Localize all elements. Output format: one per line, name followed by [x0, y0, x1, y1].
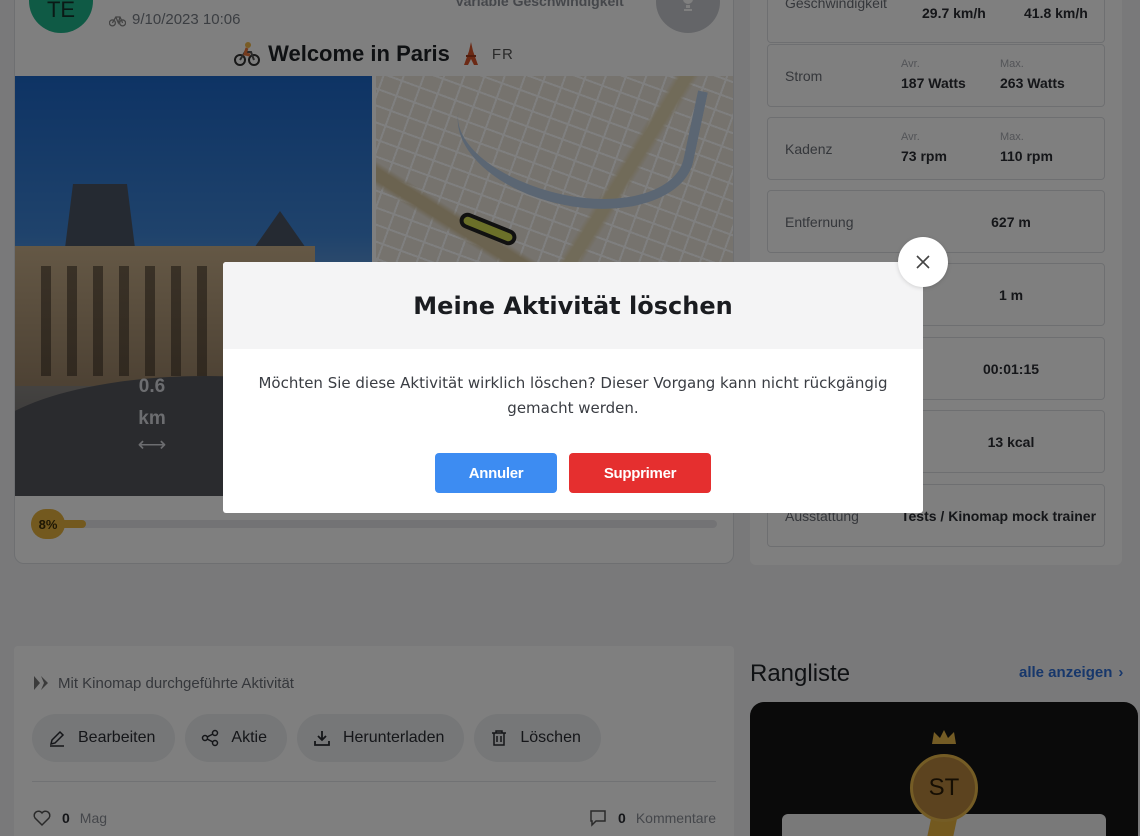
modal-actions: Annuler Supprimer	[223, 453, 923, 493]
modal-message: Möchten Sie diese Aktivität wirklich lös…	[258, 374, 888, 417]
modal-close-button[interactable]	[898, 237, 948, 287]
close-icon	[916, 255, 930, 269]
modal-header: Meine Aktivität löschen	[223, 262, 923, 349]
modal-title: Meine Aktivität löschen	[413, 291, 733, 320]
confirm-delete-button[interactable]: Supprimer	[569, 453, 711, 493]
cancel-button[interactable]: Annuler	[435, 453, 557, 493]
delete-activity-modal: Meine Aktivität löschen Möchten Sie dies…	[223, 237, 948, 513]
